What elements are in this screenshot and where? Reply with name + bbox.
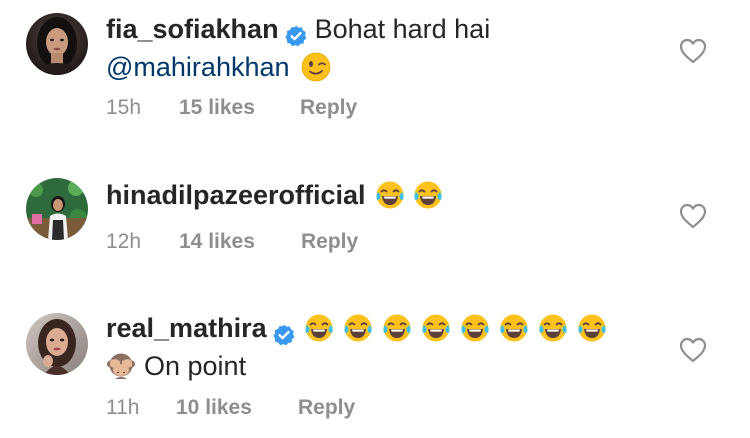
like-heart-icon[interactable] xyxy=(679,337,707,363)
tears-of-joy-icon xyxy=(499,313,529,343)
timestamp: 12h xyxy=(106,230,142,253)
comment-meta: 11h 10 likes Reply xyxy=(106,396,406,422)
verified-badge-icon xyxy=(272,318,295,346)
like-heart-icon[interactable] xyxy=(679,203,707,229)
verified-badge-icon xyxy=(284,19,307,47)
see-no-evil-monkey-icon xyxy=(106,351,136,381)
likes-count[interactable]: 10 likes xyxy=(176,396,252,420)
reply-button[interactable]: Reply xyxy=(301,230,358,254)
tears-of-joy-icon xyxy=(421,313,451,343)
comment-meta: 15h 15 likes Reply xyxy=(106,96,406,122)
username[interactable]: real_mathira xyxy=(106,309,267,347)
tears-of-joy-icon xyxy=(460,313,490,343)
like-heart-icon[interactable] xyxy=(679,38,707,64)
timestamp: 11h xyxy=(106,396,140,419)
comment-meta: 12h 14 likes Reply xyxy=(106,230,406,256)
reply-button[interactable]: Reply xyxy=(298,396,355,420)
avatar[interactable] xyxy=(26,313,88,375)
tears-of-joy-icon xyxy=(538,313,568,343)
comments-list: fia_sofiakhan Bohat hard hai @mahirahkha… xyxy=(0,0,750,438)
tears-of-joy-icon xyxy=(577,313,607,343)
tears-of-joy-icon xyxy=(375,180,405,210)
tears-of-joy-icon xyxy=(382,313,412,343)
avatar[interactable] xyxy=(26,178,88,240)
tears-of-joy-icon xyxy=(413,180,443,210)
likes-count[interactable]: 14 likes xyxy=(179,230,255,254)
comment-text: Bohat hard hai xyxy=(314,14,491,44)
likes-count[interactable]: 15 likes xyxy=(179,96,255,120)
tears-of-joy-icon xyxy=(343,313,373,343)
username[interactable]: fia_sofiakhan xyxy=(106,10,279,48)
avatar[interactable] xyxy=(26,13,88,75)
comment-text: On point xyxy=(144,351,247,381)
mention-link[interactable]: @mahirahkhan xyxy=(106,48,290,86)
reply-button[interactable]: Reply xyxy=(300,96,357,120)
username[interactable]: hinadilpazeerofficial xyxy=(106,176,366,214)
timestamp: 15h xyxy=(106,96,142,119)
winking-face-icon xyxy=(301,52,331,82)
tears-of-joy-icon xyxy=(304,313,334,343)
